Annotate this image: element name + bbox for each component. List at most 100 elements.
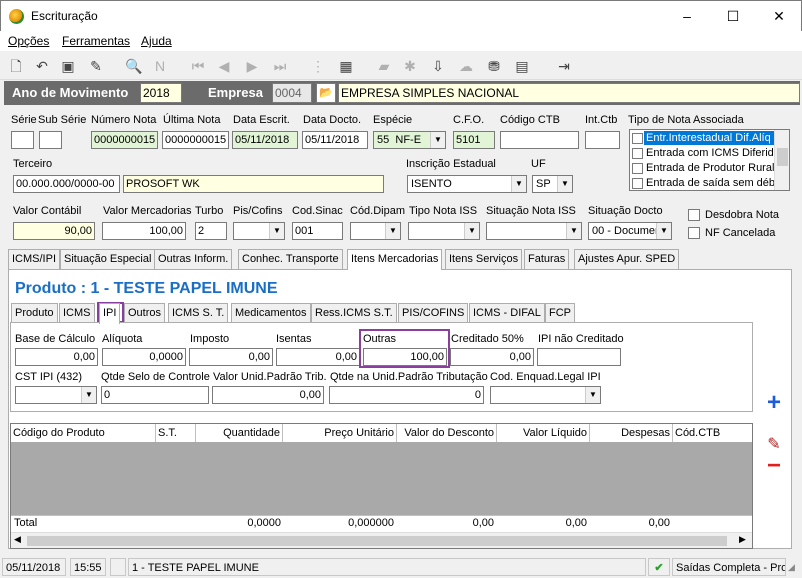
docto-input[interactable]: 05/11/2018: [302, 131, 368, 149]
next-record-icon[interactable]: ▶: [242, 56, 262, 76]
puzzle-icon[interactable]: ✱: [400, 56, 420, 76]
column-header[interactable]: S.T.: [156, 424, 196, 442]
valor-unid-input[interactable]: 0,00: [212, 386, 324, 404]
tab-faturas[interactable]: Faturas: [524, 249, 570, 269]
column-header[interactable]: Valor do Desconto: [397, 424, 497, 442]
aliquota-input[interactable]: 0,0000: [102, 348, 186, 366]
checkbox[interactable]: [632, 178, 643, 189]
grid-body[interactable]: [11, 442, 752, 515]
chevron-down-icon[interactable]: ▼: [585, 387, 600, 403]
items-grid[interactable]: Código do Produto S.T. Quantidade Preço …: [10, 423, 753, 549]
column-header[interactable]: Despesas: [590, 424, 673, 442]
checkbox[interactable]: [632, 163, 643, 174]
chevron-down-icon[interactable]: ▼: [557, 176, 572, 192]
tipo-nota-list[interactable]: Entr.Interestadual Dif.Alíq Entrada com …: [629, 129, 790, 191]
chevron-down-icon[interactable]: ▼: [464, 223, 479, 239]
tab-itens-servicos[interactable]: Itens Serviços: [445, 249, 523, 269]
situacao-iss-select[interactable]: ▼: [486, 222, 582, 240]
chevron-down-icon[interactable]: ▼: [511, 176, 526, 192]
edit-item-icon[interactable]: ✎: [763, 434, 785, 454]
subtab-fcp[interactable]: FCP: [545, 303, 575, 323]
enquad-select[interactable]: ▼: [490, 386, 601, 404]
empresa-name-input[interactable]: EMPRESA SIMPLES NACIONAL: [338, 83, 800, 103]
list-item[interactable]: Entr.Interestadual Dif.Alíq: [646, 132, 771, 144]
ie-select[interactable]: ISENTO ▼: [407, 175, 527, 193]
serie-input[interactable]: [11, 131, 34, 149]
situacao-docto-select[interactable]: 00 - Documen ▼: [588, 222, 672, 240]
menu-ajuda[interactable]: Ajuda: [141, 34, 172, 48]
intctb-input[interactable]: [585, 131, 620, 149]
chevron-down-icon[interactable]: ▼: [81, 387, 96, 403]
calculator-icon[interactable]: ▦: [336, 56, 356, 76]
checkbox[interactable]: [632, 133, 643, 144]
subtab-icms-difal[interactable]: ICMS - DIFAL: [469, 303, 545, 323]
checkbox[interactable]: [632, 148, 643, 159]
chevron-down-icon[interactable]: ▼: [269, 223, 284, 239]
cib-icon[interactable]: ⛃: [484, 56, 504, 76]
tab-situacao-especial[interactable]: Situação Especial: [60, 249, 156, 269]
subserie-input[interactable]: [39, 131, 62, 149]
previous-record-icon[interactable]: ◀: [214, 56, 234, 76]
tab-icms-ipi[interactable]: ICMS/IPI: [8, 249, 61, 269]
isentas-input[interactable]: 0,00: [276, 348, 360, 366]
last-record-icon[interactable]: ⏭: [270, 56, 290, 76]
save-icon[interactable]: ▣: [58, 56, 78, 76]
tree-icon[interactable]: ⋮: [308, 56, 328, 76]
selo-input[interactable]: 0: [101, 386, 209, 404]
new-document-icon[interactable]: 🗋: [6, 56, 26, 76]
creditado-input[interactable]: 0,00: [450, 348, 534, 366]
import-icon[interactable]: ⇩: [428, 56, 448, 76]
subtab-medicamentos[interactable]: Medicamentos: [231, 303, 311, 323]
preview-icon[interactable]: 🔍: [124, 56, 144, 76]
valor-contabil-input[interactable]: 90,00: [13, 222, 95, 240]
valor-mercadorias-input[interactable]: 100,00: [102, 222, 186, 240]
cfo-input[interactable]: 5101: [453, 131, 495, 149]
open-folder-icon[interactable]: 📂: [316, 83, 336, 103]
chevron-down-icon[interactable]: ▼: [656, 223, 671, 239]
resize-grip-icon[interactable]: ◢: [788, 562, 795, 573]
ultima-input[interactable]: 0000000015: [162, 131, 229, 149]
tab-conhec-transporte[interactable]: Conhec. Transporte: [238, 249, 343, 269]
empresa-code-input[interactable]: 0004: [272, 83, 312, 103]
menu-ferramentas[interactable]: Ferramentas: [62, 34, 130, 48]
terceiro-name-input[interactable]: PROSOFT WK: [123, 175, 384, 193]
maximize-button[interactable]: ☐: [710, 1, 756, 31]
ctb-input[interactable]: [500, 131, 579, 149]
subtab-ress-icms-st[interactable]: Ress.ICMS S.T.: [311, 303, 397, 323]
tipo-iss-select[interactable]: ▼: [408, 222, 480, 240]
cst-ipi-select[interactable]: ▼: [15, 386, 97, 404]
exit-door-icon[interactable]: ⇥: [554, 56, 574, 76]
numero-input[interactable]: 0000000015: [91, 131, 158, 149]
horizontal-scrollbar[interactable]: ◀ ▶: [11, 532, 752, 548]
minimize-button[interactable]: –: [664, 1, 710, 31]
subtab-outros[interactable]: Outros: [124, 303, 166, 323]
scroll-thumb[interactable]: [777, 148, 788, 166]
add-item-icon[interactable]: +: [763, 391, 785, 415]
chevron-down-icon[interactable]: ▼: [385, 223, 400, 239]
tab-ajustes-sped[interactable]: Ajustes Apur. SPED: [574, 249, 680, 269]
desdobra-checkbox[interactable]: [688, 209, 700, 221]
ano-input[interactable]: 2018: [140, 83, 182, 103]
column-header[interactable]: Preço Unitário: [283, 424, 397, 442]
folder-icon[interactable]: ▰: [374, 56, 394, 76]
list-item[interactable]: Entrada de saída sem débi: [646, 177, 777, 189]
scroll-left-icon[interactable]: ◀: [14, 534, 21, 545]
nf-cancelada-checkbox[interactable]: [688, 227, 700, 239]
nfe-icon[interactable]: N: [150, 56, 170, 76]
pis-cofins-select[interactable]: ▼: [233, 222, 285, 240]
tab-itens-mercadorias[interactable]: Itens Mercadorias: [347, 249, 443, 270]
turbo-input[interactable]: 2: [195, 222, 227, 240]
subtab-ipi[interactable]: IPI: [99, 303, 121, 324]
cod-dipam-select[interactable]: ▼: [350, 222, 401, 240]
cod-sinac-input[interactable]: 001: [292, 222, 343, 240]
scrollbar[interactable]: [774, 130, 789, 190]
especie-select[interactable]: 55 NF-E ▼: [373, 131, 446, 149]
qtde-unid-input[interactable]: 0: [329, 386, 484, 404]
subtab-produto[interactable]: Produto: [11, 303, 58, 323]
column-header[interactable]: Código do Produto: [11, 424, 156, 442]
ipi-nao-creditado-input[interactable]: [537, 348, 621, 366]
menu-opcoes[interactable]: Opções: [8, 34, 49, 48]
scroll-thumb[interactable]: [27, 536, 727, 546]
first-record-icon[interactable]: ⏮: [188, 56, 208, 76]
scroll-right-icon[interactable]: ▶: [739, 534, 746, 545]
